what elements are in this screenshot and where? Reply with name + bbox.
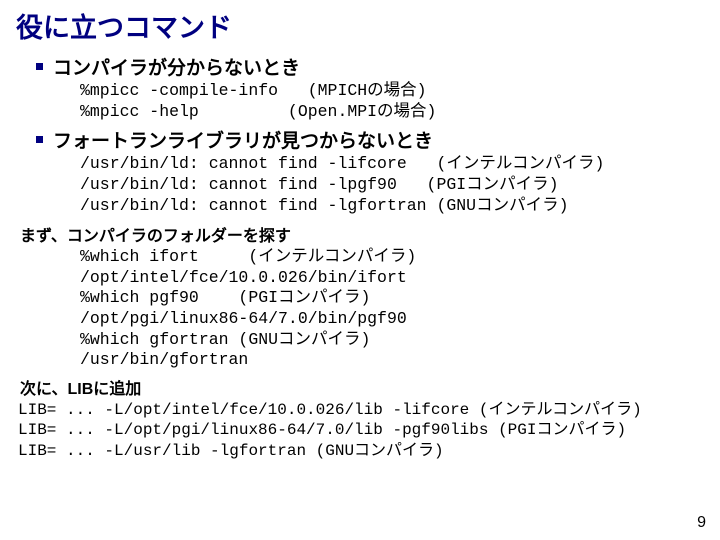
bullet-1-text: コンパイラが分からないとき: [53, 53, 300, 80]
bullet-2-text: フォートランライブラリが見つからないとき: [53, 126, 433, 153]
slide-title: 役に立つコマンド: [16, 6, 706, 45]
code-block-1: %mpicc -compile-info (MPICHの場合) %mpicc -…: [80, 81, 706, 122]
subheading-2: 次に、LIBに追加: [20, 375, 706, 399]
code-block-2: /usr/bin/ld: cannot find -lifcore (インテルコ…: [80, 154, 706, 216]
bullet-icon: [36, 63, 43, 70]
page-number: 9: [697, 514, 706, 532]
code-block-lib: LIB= ... -L/opt/intel/fce/10.0.026/lib -…: [18, 400, 706, 461]
bullet-icon: [36, 136, 43, 143]
subheading-1: まず、コンパイラのフォルダーを探す: [20, 222, 706, 246]
bullet-1: コンパイラが分からないとき: [36, 53, 706, 80]
code-block-3: %which ifort (インテルコンパイラ) /opt/intel/fce/…: [80, 247, 706, 371]
bullet-2: フォートランライブラリが見つからないとき: [36, 126, 706, 153]
slide: 役に立つコマンド コンパイラが分からないとき %mpicc -compile-i…: [0, 0, 720, 540]
